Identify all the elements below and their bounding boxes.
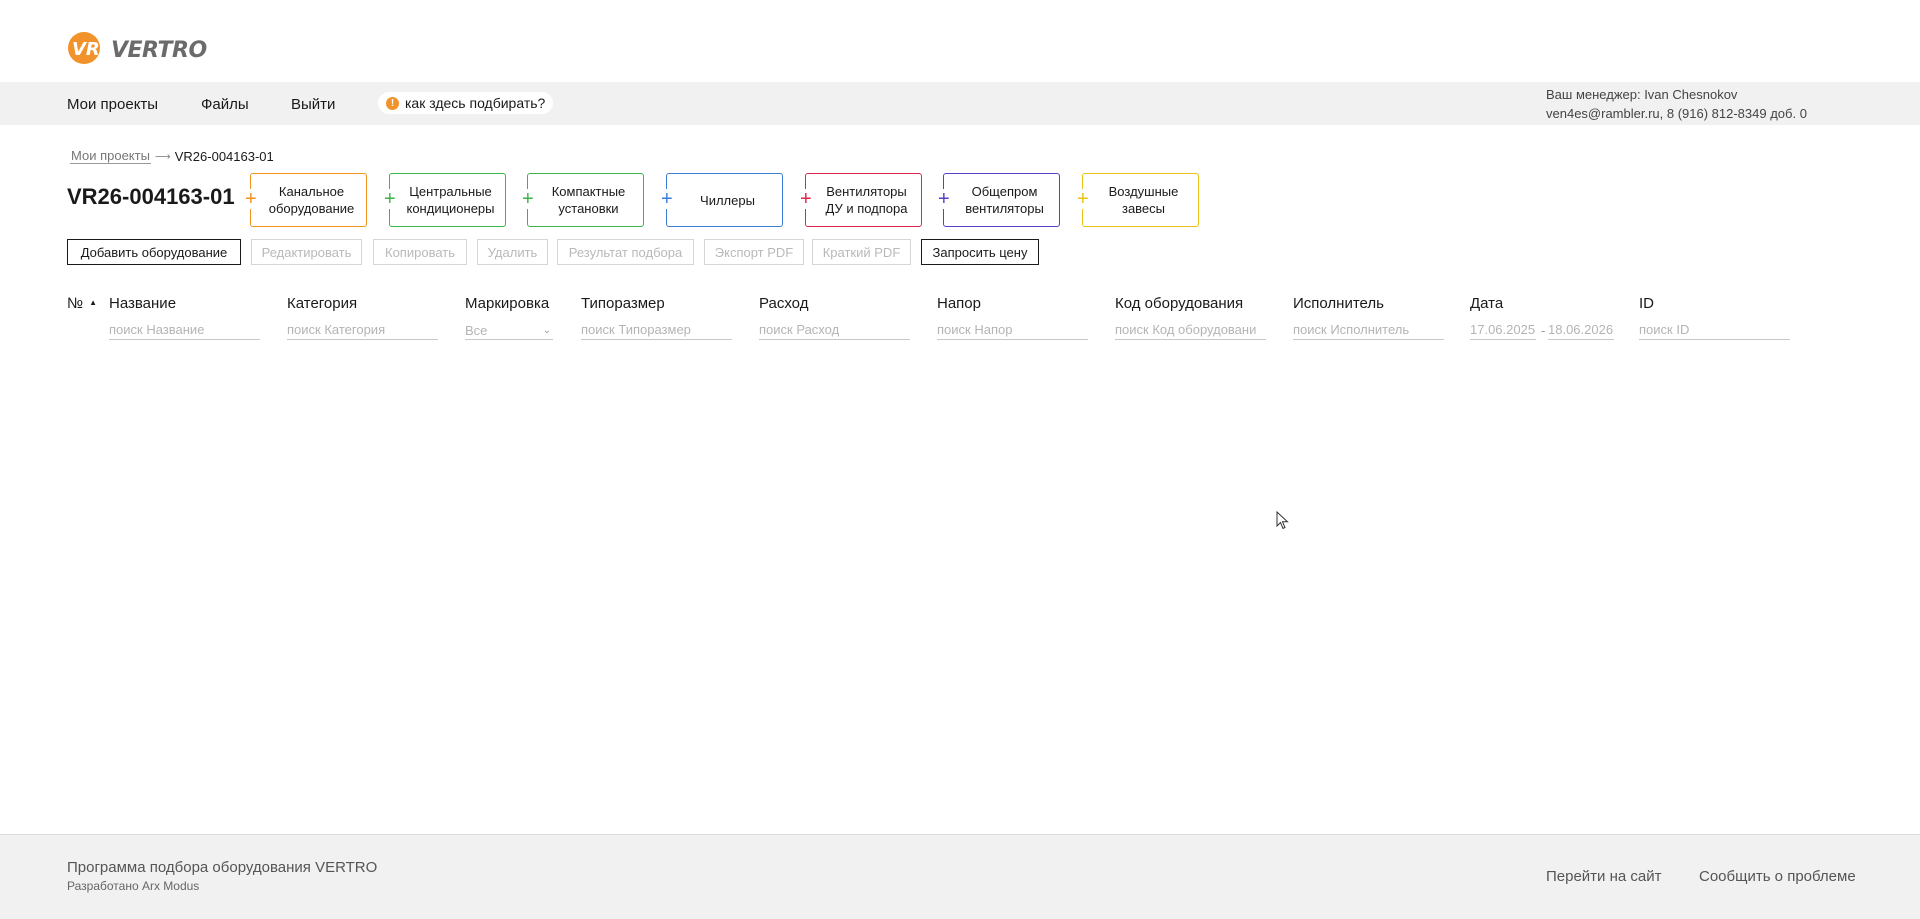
column-header-number[interactable]: № ▲ [67,295,97,312]
footer-title: Программа подбора оборудования VERTRO [67,859,378,876]
filter-date-from-input[interactable]: 17.06.2025 [1470,322,1536,340]
filter-size-input[interactable]: поиск Типоразмер [581,322,732,340]
footer-subtitle: Разработано Arx Modus [67,879,200,893]
category-chillers[interactable]: + Чиллеры [661,173,783,227]
top-nav: Мои проекты Файлы Выйти ! как здесь подб… [0,82,1920,125]
filter-equipment-code-input[interactable]: поиск Код оборудовани [1115,322,1266,340]
filter-category-input[interactable]: поиск Категория [287,322,438,340]
chevron-down-icon: ⌄ [542,325,551,336]
nav-files[interactable]: Файлы [201,96,249,113]
go-to-site-link[interactable]: Перейти на сайт [1546,868,1662,885]
copy-button[interactable]: Копировать [373,239,467,265]
category-label: Воздушные завесы [1108,184,1179,216]
filter-flow-input[interactable]: поиск Расход [759,322,910,340]
category-label: Компактные установки [551,184,626,216]
plus-icon: + [245,188,257,210]
logo-text: VERTRO [111,37,207,63]
help-label: как здесь подбирать? [405,95,546,111]
column-header-size[interactable]: Типоразмер [581,295,665,312]
column-header-id[interactable]: ID [1639,295,1654,312]
category-central-ac[interactable]: + Центральные кондиционеры [384,173,506,227]
filter-pressure-input[interactable]: поиск Напор [937,322,1088,340]
category-label: Вентиляторы ДУ и подпора [825,184,908,216]
breadcrumb-parent[interactable]: Мои проекты [70,148,151,164]
filter-executor-input[interactable]: поиск Исполнитель [1293,322,1444,340]
filter-id-input[interactable]: поиск ID [1639,322,1790,340]
category-label: Общепром вентиляторы [965,184,1044,216]
footer: Программа подбора оборудования VERTRO Ра… [0,834,1920,919]
request-price-button[interactable]: Запросить цену [921,239,1039,265]
info-icon: ! [386,96,399,110]
edit-button[interactable]: Редактировать [251,239,362,265]
sort-asc-icon: ▲ [89,298,98,307]
category-ducted-equipment[interactable]: + Канальное оборудование [245,173,367,227]
filter-date-to-input[interactable]: 18.06.2026 [1548,322,1614,340]
arrow-right-icon: ⟶ [154,150,171,163]
column-label: № [67,295,84,312]
nav-logout[interactable]: Выйти [291,96,335,113]
column-header-flow[interactable]: Расход [759,295,808,312]
column-header-pressure[interactable]: Напор [937,295,981,312]
plus-icon: + [1077,188,1089,210]
vertro-logo[interactable]: VR VERTRO [67,31,207,70]
category-label: Канальное оборудование [268,184,355,216]
column-header-marking[interactable]: Маркировка [465,295,549,312]
category-label: Центральные кондиционеры [406,184,495,216]
filter-marking-value: Все [465,323,488,338]
plus-icon: + [384,188,396,210]
category-industrial-fans[interactable]: + Общепром вентиляторы [938,173,1060,227]
filter-marking-select[interactable]: Все ⌄ [465,322,553,340]
category-label: Чиллеры [700,192,755,208]
date-range-separator: - [1541,323,1546,338]
page-title: VR26-004163-01 [67,184,235,209]
category-smoke-fans[interactable]: + Вентиляторы ДУ и подпора [800,173,922,227]
export-pdf-button[interactable]: Экспорт PDF [704,239,804,265]
column-header-executor[interactable]: Исполнитель [1293,295,1384,312]
add-equipment-button[interactable]: Добавить оборудование [67,239,241,265]
nav-my-projects[interactable]: Мои проекты [67,96,158,113]
report-problem-link[interactable]: Сообщить о проблеме [1699,868,1856,885]
plus-icon: + [661,188,673,210]
help-pill[interactable]: ! как здесь подбирать? [378,92,554,114]
category-air-curtains[interactable]: + Воздушные завесы [1077,173,1199,227]
category-compact-units[interactable]: + Компактные установки [522,173,644,227]
mouse-cursor-icon [1276,510,1290,536]
breadcrumb: Мои проекты ⟶ VR26-004163-01 [70,148,274,164]
plus-icon: + [938,188,950,210]
filter-name-input[interactable]: поиск Название [109,322,260,340]
short-pdf-button[interactable]: Краткий PDF [812,239,911,265]
plus-icon: + [800,188,812,210]
column-header-date[interactable]: Дата [1470,295,1503,312]
column-header-equipment-code[interactable]: Код оборудования [1115,295,1243,312]
manager-name: Ваш менеджер: Ivan Chesnokov [1546,87,1738,102]
manager-contacts: ven4es@rambler.ru, 8 (916) 812-8349 доб.… [1546,106,1807,121]
vr-logo-icon: VR [67,31,107,70]
selection-result-button[interactable]: Результат подбора [557,239,694,265]
svg-text:VR: VR [72,39,100,60]
delete-button[interactable]: Удалить [477,239,548,265]
column-header-category[interactable]: Категория [287,295,357,312]
manager-info: Ваш менеджер: Ivan Chesnokov ven4es@ramb… [1546,85,1807,123]
plus-icon: + [522,188,534,210]
breadcrumb-current: VR26-004163-01 [174,148,274,164]
column-header-name[interactable]: Название [109,295,176,312]
